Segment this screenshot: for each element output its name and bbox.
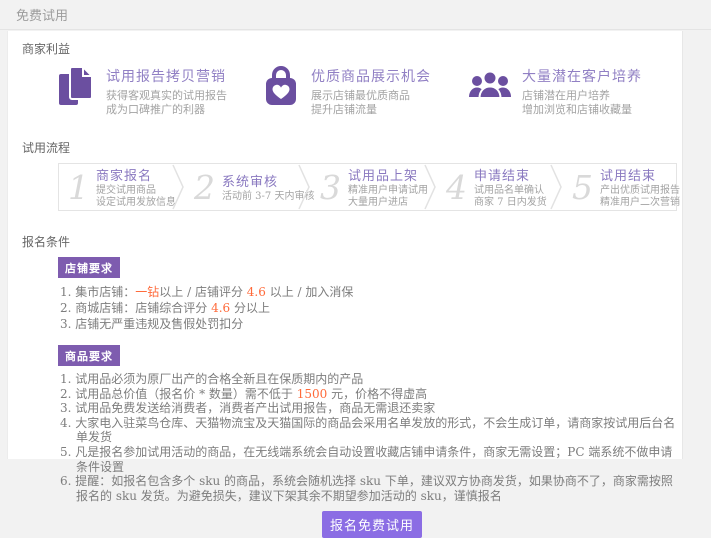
product-rule-5: 5. 凡是报名参加试用活动的商品，在无线端系统会自动设置收藏店铺申请条件，商家无… <box>60 445 678 474</box>
benefits-row: 试用报告拷贝营销 获得客观真实的试用报告 成为口碑推广的利器 优质商品展示机会 … <box>58 65 682 117</box>
chevron-right-icon <box>424 164 437 210</box>
conditions-heading: 报名条件 <box>22 233 682 250</box>
step-title: 试用品上架 <box>348 165 428 184</box>
step-title: 试用结束 <box>600 165 680 184</box>
step-title: 商家报名 <box>96 165 176 184</box>
step-subtext: 精准用户申请试用 <box>348 185 428 197</box>
content-card: 商家利益 试用报告拷贝营销 获得客观真实的试用报告 成为口碑推广的利器 <box>7 31 683 459</box>
process-step-2: 2 系统审核 活动前 3-7 天内审核 <box>185 171 298 204</box>
step-subtext: 产出优质试用报告 <box>600 185 680 197</box>
process-step-1: 1 商家报名 提交试用商品 设定试用发放信息 <box>59 165 172 209</box>
benefit-item: 优质商品展示机会 展示店铺最优质商品 提升店铺流量 <box>263 65 468 117</box>
highlight-value: 4.6 <box>211 301 230 315</box>
page-title: 免费试用 <box>16 5 68 24</box>
signup-free-trial-button[interactable]: 报名免费试用 <box>322 511 422 538</box>
step-title: 申请结束 <box>474 165 547 184</box>
benefit-subtext: 店铺潜在用户培养 <box>522 89 642 103</box>
step-subtext: 精准用户二次营销 <box>600 197 680 209</box>
bag-heart-icon <box>263 65 301 107</box>
step-subtext: 设定试用发放信息 <box>96 197 176 209</box>
benefit-subtext: 展示店铺最优质商品 <box>311 89 431 103</box>
benefit-item: 大量潜在客户培养 店铺潜在用户培养 增加浏览和店铺收藏量 <box>468 65 642 117</box>
step-number: 5 <box>572 171 593 204</box>
benefit-title: 大量潜在客户培养 <box>522 66 642 86</box>
benefits-heading: 商家利益 <box>22 40 682 57</box>
chevron-right-icon <box>298 164 311 210</box>
benefit-subtext: 成为口碑推广的利器 <box>106 103 227 117</box>
product-rule-4: 4. 大家电入驻菜鸟仓库、天猫物流宝及天猫国际的商品会采用名单发放的形式，不会生… <box>60 416 678 445</box>
step-number: 2 <box>194 171 215 204</box>
product-rule-2: 2. 试用品总价值（报名价 * 数量）需不低于 1500 元，价格不得虚高 <box>60 387 678 402</box>
chevron-right-icon <box>172 164 185 210</box>
shop-requirements-list: 1. 集市店铺：一钻以上 / 店铺评分 4.6 以上 / 加入消保 2. 商城店… <box>60 284 678 332</box>
page-title-bar: 免费试用 <box>0 0 711 30</box>
product-requirements-badge: 商品要求 <box>58 345 120 366</box>
highlight-value: 1500 <box>297 387 328 401</box>
benefit-subtext: 获得客观真实的试用报告 <box>106 89 227 103</box>
process-steps: 1 商家报名 提交试用商品 设定试用发放信息 2 系统审核 活动前 3-7 天内… <box>58 163 677 211</box>
benefit-title: 优质商品展示机会 <box>311 66 431 86</box>
process-heading: 试用流程 <box>22 139 682 156</box>
shop-rule-1: 1. 集市店铺：一钻以上 / 店铺评分 4.6 以上 / 加入消保 <box>60 284 678 300</box>
product-rule-3: 3. 试用品免费发送给消费者，消费者产出试用报告，商品无需退还卖家 <box>60 401 678 416</box>
benefit-subtext: 提升店铺流量 <box>311 103 431 117</box>
step-number: 4 <box>446 171 467 204</box>
step-number: 1 <box>68 171 89 204</box>
benefit-item: 试用报告拷贝营销 获得客观真实的试用报告 成为口碑推广的利器 <box>58 65 263 117</box>
step-number: 3 <box>320 171 341 204</box>
shop-rule-3: 3. 店铺无严重违规及售假处罚扣分 <box>60 316 678 332</box>
benefit-title: 试用报告拷贝营销 <box>106 66 227 86</box>
product-rule-6: 6. 提醒：如报名包含多个 sku 的商品，系统会随机选择 sku 下单，建议双… <box>60 474 678 503</box>
chevron-right-icon <box>550 164 563 210</box>
shop-rule-2: 2. 商城店铺：店铺综合评分 4.6 分以上 <box>60 300 678 316</box>
step-subtext: 提交试用商品 <box>96 185 176 197</box>
benefit-subtext: 增加浏览和店铺收藏量 <box>522 103 642 117</box>
process-step-5: 5 试用结束 产出优质试用报告 精准用户二次营销 <box>563 165 676 209</box>
step-subtext: 试用品名单确认 <box>474 185 547 197</box>
highlight-value: 4.6 <box>247 285 266 299</box>
process-step-4: 4 申请结束 试用品名单确认 商家 7 日内发货 <box>437 165 550 209</box>
step-subtext: 商家 7 日内发货 <box>474 197 547 209</box>
highlight-value: 一钻 <box>135 285 159 299</box>
product-rule-1: 1. 试用品必须为原厂出产的合格全新且在保质期内的产品 <box>60 372 678 387</box>
shop-requirements-badge: 店铺要求 <box>58 257 120 278</box>
step-subtext: 大量用户进店 <box>348 197 428 209</box>
users-group-icon <box>468 65 512 107</box>
document-copy-icon <box>58 65 96 107</box>
process-step-3: 3 试用品上架 精准用户申请试用 大量用户进店 <box>311 165 424 209</box>
product-requirements-list: 1. 试用品必须为原厂出产的合格全新且在保质期内的产品 2. 试用品总价值（报名… <box>60 372 678 503</box>
